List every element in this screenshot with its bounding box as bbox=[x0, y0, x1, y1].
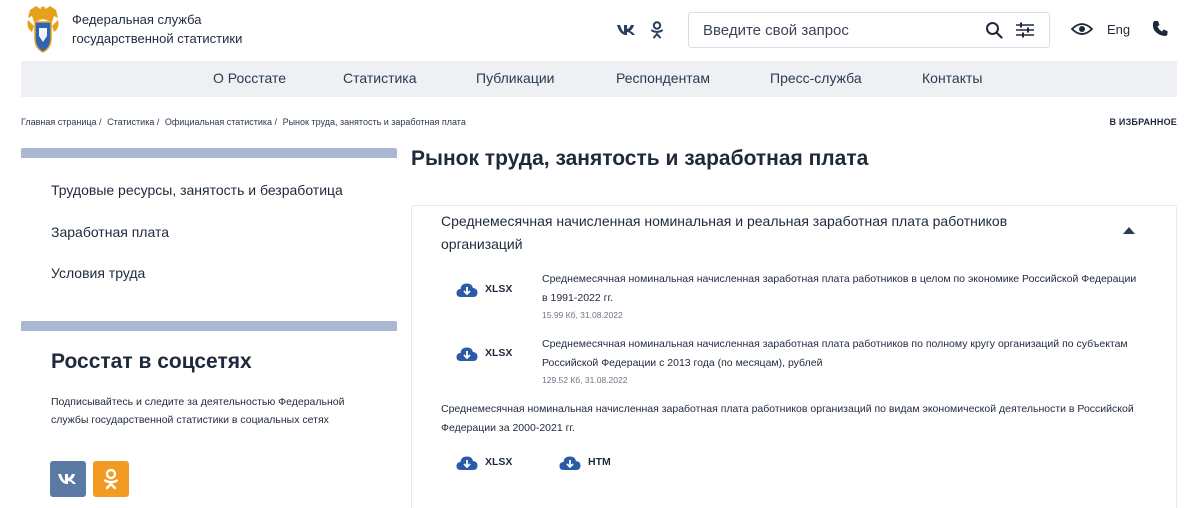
breadcrumb-home[interactable]: Главная страница / bbox=[21, 117, 102, 127]
eye-icon[interactable] bbox=[1071, 21, 1093, 37]
nav-item-contacts[interactable]: Контакты bbox=[922, 70, 982, 86]
phone-icon[interactable] bbox=[1152, 20, 1168, 37]
download-htm-3[interactable]: HTM bbox=[559, 455, 629, 473]
main-nav: О Росстате Статистика Публикации Респонд… bbox=[21, 61, 1177, 97]
brand-name[interactable]: Федеральная служба государственной стати… bbox=[72, 10, 242, 48]
sidebar-item-wages[interactable]: Заработная плата bbox=[51, 224, 169, 240]
sidebar-item-working-conditions[interactable]: Условия труда bbox=[51, 265, 145, 281]
ok-icon bbox=[103, 468, 119, 490]
search-box bbox=[688, 12, 1050, 48]
nav-item-respondents[interactable]: Респондентам bbox=[616, 70, 710, 86]
vk-icon bbox=[58, 474, 76, 484]
file-format: HTM bbox=[588, 456, 611, 468]
social-text: Подписывайтесь и следите за деятельность… bbox=[51, 396, 345, 426]
download-xlsx-2[interactable]: XLSX bbox=[456, 346, 526, 364]
sidebar-menu-header-bar bbox=[21, 148, 397, 158]
coat-of-arms-logo[interactable] bbox=[22, 4, 64, 54]
vk-icon[interactable] bbox=[617, 22, 635, 38]
add-to-favorites-link[interactable]: В ИЗБРАННОЕ bbox=[1110, 117, 1178, 127]
file-format: XLSX bbox=[485, 456, 513, 468]
file-format: XLSX bbox=[485, 347, 513, 359]
cloud-download-icon bbox=[456, 283, 478, 297]
brand-line-1: Федеральная служба bbox=[72, 12, 202, 27]
file-meta-2: 129.52 Кб, 31.08.2022 bbox=[542, 375, 628, 385]
file-meta-1: 15.99 Кб, 31.08.2022 bbox=[542, 310, 623, 320]
download-xlsx-3[interactable]: XLSX bbox=[456, 455, 526, 473]
cloud-download-icon bbox=[456, 347, 478, 361]
file-format: XLSX bbox=[485, 283, 513, 295]
breadcrumb-current: Рынок труда, занятость и заработная плат… bbox=[282, 117, 466, 127]
nav-item-publications[interactable]: Публикации bbox=[476, 70, 554, 86]
cloud-download-icon bbox=[456, 456, 478, 470]
cloud-download-icon bbox=[559, 456, 581, 470]
language-switch[interactable]: Eng bbox=[1107, 22, 1130, 37]
accordion-title[interactable]: Среднемесячная начисленная номинальная и… bbox=[441, 210, 1061, 256]
site-header: Федеральная служба государственной стати… bbox=[0, 0, 1200, 60]
download-xlsx-1[interactable]: XLSX bbox=[456, 282, 526, 300]
sidebar-social-header-bar bbox=[21, 321, 397, 331]
social-title: Росстат в соцсетях bbox=[51, 350, 252, 373]
nav-item-statistics[interactable]: Статистика bbox=[343, 70, 417, 86]
nav-item-press[interactable]: Пресс-служба bbox=[770, 70, 862, 86]
breadcrumb-official[interactable]: Официальная статистика / bbox=[165, 117, 277, 127]
file-title-2[interactable]: Среднемесячная номинальная начисленная з… bbox=[542, 335, 1142, 373]
vk-button[interactable] bbox=[50, 461, 86, 497]
search-icon[interactable] bbox=[985, 21, 1003, 39]
breadcrumb-statistics[interactable]: Статистика / bbox=[107, 117, 159, 127]
page-title: Рынок труда, занятость и заработная плат… bbox=[411, 147, 869, 170]
sidebar-item-labor-resources[interactable]: Трудовые ресурсы, занятость и безработиц… bbox=[51, 182, 343, 198]
filter-icon[interactable] bbox=[1015, 21, 1035, 39]
brand-line-2: государственной статистики bbox=[72, 31, 243, 46]
file-title-3: Среднемесячная номинальная начисленная з… bbox=[441, 403, 1134, 434]
caret-up-icon[interactable] bbox=[1123, 226, 1135, 234]
ok-button[interactable] bbox=[93, 461, 129, 497]
breadcrumb: Главная страница / Статистика / Официаль… bbox=[21, 117, 469, 127]
file-title-1[interactable]: Среднемесячная номинальная начисленная з… bbox=[542, 270, 1142, 308]
nav-item-about[interactable]: О Росстате bbox=[213, 70, 286, 86]
ok-icon[interactable] bbox=[650, 21, 664, 39]
search-input[interactable] bbox=[703, 20, 973, 40]
